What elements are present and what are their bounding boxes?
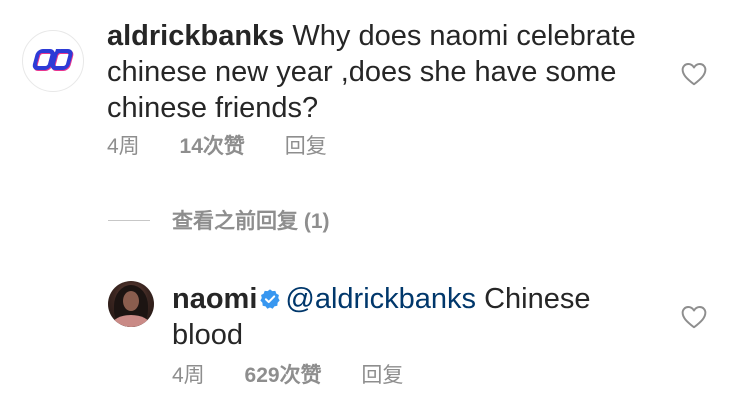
comment-time: 4周 bbox=[107, 135, 140, 158]
heart-icon[interactable] bbox=[681, 305, 707, 329]
comment-likes[interactable]: 14次赞 bbox=[180, 133, 245, 161]
comment-username[interactable]: aldrickbanks bbox=[107, 20, 284, 52]
ob-logo bbox=[32, 49, 74, 71]
view-replies-button[interactable]: 查看之前回复 (1) bbox=[108, 205, 330, 235]
comment-body: aldrickbanks Why does naomi celebrate ch… bbox=[107, 18, 647, 126]
reply-likes[interactable]: 629次赞 bbox=[245, 362, 322, 390]
avatar[interactable] bbox=[108, 281, 154, 327]
divider-line bbox=[108, 219, 150, 221]
reply-meta: 4周 629次赞 回复 bbox=[172, 362, 403, 390]
reply-time: 4周 bbox=[172, 364, 205, 387]
avatar[interactable] bbox=[22, 30, 84, 92]
heart-icon[interactable] bbox=[681, 62, 707, 86]
mention-link[interactable]: @aldrickbanks bbox=[285, 283, 476, 315]
verified-badge-icon bbox=[260, 289, 281, 309]
comment-meta: 4周 14次赞 回复 bbox=[107, 133, 327, 161]
reply-button[interactable]: 回复 bbox=[285, 133, 327, 161]
avatar-face bbox=[123, 291, 139, 311]
reply-username[interactable]: naomi bbox=[172, 283, 257, 315]
reply-button[interactable]: 回复 bbox=[361, 362, 403, 390]
view-replies-label: 查看之前回复 (1) bbox=[172, 210, 330, 233]
comment-body: naomi @aldrickbanks Chinese blood bbox=[172, 281, 642, 353]
